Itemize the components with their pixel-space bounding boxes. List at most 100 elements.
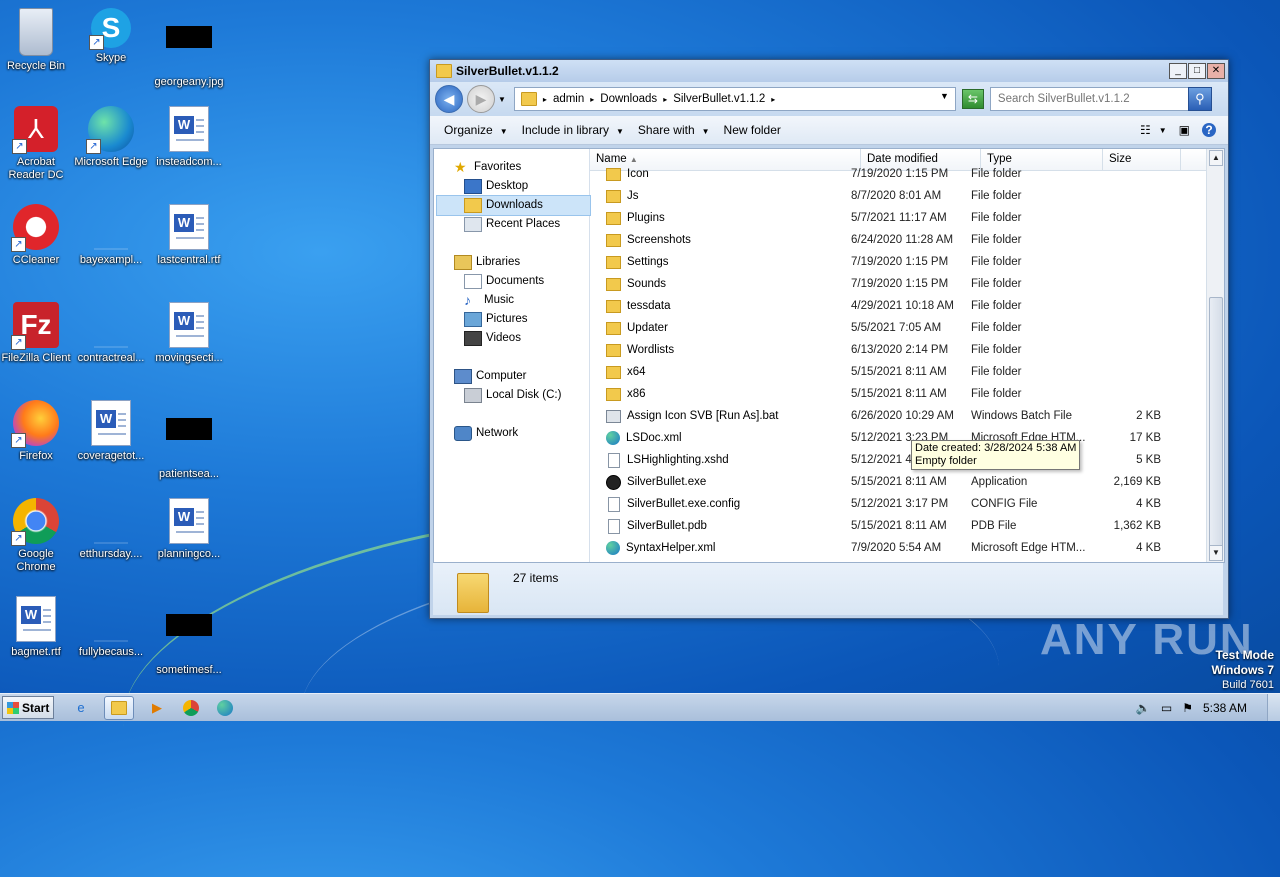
scroll-up-icon[interactable]: ▲ [1209,150,1223,166]
file-row[interactable]: Updater 5/5/2021 7:05 AM File folder [590,317,1206,339]
file-row[interactable]: Screenshots 6/24/2020 11:28 AM File folder [590,229,1206,251]
volume-icon[interactable]: 🔈 [1136,701,1151,715]
show-desktop-button[interactable] [1267,694,1280,721]
ie-taskbar-icon[interactable]: e [70,697,92,719]
desktop-icon-black[interactable]: georgeany.jpg [148,8,230,89]
desktop-icon-blank[interactable]: bayexampl... [70,204,152,267]
nav-music[interactable]: ♪ Music [464,291,514,309]
scroll-down-icon[interactable]: ▼ [1209,545,1223,561]
nav-videos[interactable]: Videos [464,329,521,347]
breadcrumb-silverbullet[interactable]: SilverBullet.v1.1.2 [673,93,765,105]
nav-computer[interactable]: Computer [454,367,527,385]
desktop-icon-word[interactable]: Winsteadcom... [148,106,230,169]
nav-libraries[interactable]: Libraries [454,253,520,271]
folder-icon [606,189,621,203]
desktop-icon-label: Acrobat Reader DC [8,156,64,181]
file-size: 4 KB [1136,498,1161,510]
file-row[interactable]: SyntaxHelper.xml 7/9/2020 5:54 AM Microsof… [590,537,1206,559]
word-icon: W [16,596,56,642]
file-row[interactable]: Wordlists 6/13/2020 2:14 PM File folder [590,339,1206,361]
nav-local-disk[interactable]: Local Disk (C:) [464,386,561,404]
address-dropdown-icon[interactable]: ▼ [940,91,949,101]
file-row[interactable]: tessdata 4/29/2021 10:18 AM File folder [590,295,1206,317]
desktop-icon-word[interactable]: Wmovingsecti... [148,302,230,365]
nav-recent-places[interactable]: Recent Places [464,215,560,233]
search-box[interactable]: ⚲ [989,87,1212,111]
breadcrumb-downloads[interactable]: Downloads [600,93,657,105]
desktop-icon-acrobat[interactable]: ⅄ ↗ Acrobat Reader DC [0,106,77,182]
help-icon[interactable]: ? [1202,123,1216,137]
file-row[interactable]: Js 8/7/2020 8:01 AM File folder [590,185,1206,207]
maximize-button[interactable]: □ [1188,63,1206,79]
vertical-scrollbar[interactable]: ▲ ▼ [1206,149,1224,562]
nav-documents[interactable]: Documents [464,272,544,290]
desktop-icon-black[interactable]: patientsea... [148,400,230,481]
refresh-button[interactable]: ⇆ [961,89,984,109]
file-row[interactable]: LSHighlighting.xshd5/12/2021 4:02 PMXSHD… [590,449,1206,471]
address-bar[interactable]: ▸ admin ▸ Downloads ▸ SilverBullet.v1.1.… [513,87,956,111]
folder-icon [606,233,621,247]
clock[interactable]: 5:38 AM [1203,701,1247,715]
desktop-icon-word[interactable]: Wlastcentral.rtf [148,204,230,267]
file-row[interactable]: Plugins 5/7/2021 11:17 AM File folder [590,207,1206,229]
nav-downloads[interactable]: Downloads [464,196,543,214]
desktop-icon-recycle[interactable]: Recycle Bin [0,8,77,73]
media-player-taskbar-icon[interactable]: ▶ [146,697,168,719]
desktop-icon-black[interactable]: sometimesf... [148,596,230,677]
file-type: Microsoft Edge HTM... [971,542,1086,554]
close-button[interactable]: ✕ [1207,63,1225,79]
file-row[interactable]: SilverBullet.exe.config 5/12/2021 3:17 PM… [590,493,1206,515]
share-with-menu[interactable]: Share with ▼ [638,123,710,137]
desktop-icon-word[interactable]: Wplanningco... [148,498,230,561]
desktop-icon-firefox[interactable]: ↗ Firefox [0,400,77,463]
desktop-icon-blank[interactable]: etthursday.... [70,498,152,561]
preview-pane-icon[interactable]: ▣ [1179,123,1190,137]
file-row[interactable]: x64 5/15/2021 8:11 AM File folder [590,361,1206,383]
search-icon[interactable]: ⚲ [1187,87,1212,111]
chrome-taskbar-icon[interactable] [180,697,202,719]
include-in-library-menu[interactable]: Include in library ▼ [522,123,624,137]
action-center-icon[interactable]: ⚑ [1182,701,1193,715]
forward-button[interactable]: ▶ [467,85,495,113]
skype-icon: S ↗ [89,8,131,50]
file-row[interactable]: Sounds 7/19/2020 1:15 PM File folder [590,273,1206,295]
desktop-icon-filezilla[interactable]: Fz ↗ FileZilla Client [0,302,77,365]
nav-pictures[interactable]: Pictures [464,310,528,328]
desktop-icon-word[interactable]: Wcoveragetot... [70,400,152,463]
search-input[interactable] [995,92,1190,106]
file-type: File folder [971,322,1022,334]
desktop-icon-label: bayexampl... [79,254,143,266]
edge-taskbar-icon[interactable] [214,697,236,719]
nav-network[interactable]: Network [454,424,518,442]
nav-favorites[interactable]: ★ Favorites [454,158,521,176]
minimize-button[interactable]: _ [1169,63,1187,79]
organize-menu[interactable]: Organize ▼ [444,123,508,137]
scrollbar-thumb[interactable] [1209,297,1223,549]
back-button[interactable]: ◀ [435,85,463,113]
title-bar[interactable]: SilverBullet.v1.1.2 _ □ ✕ [430,60,1228,82]
word-icon: W [169,204,209,250]
view-options-icon[interactable]: ☷ [1140,123,1151,137]
new-folder-button[interactable]: New folder [724,123,781,137]
view-dropdown-icon[interactable]: ▼ [1159,126,1167,135]
file-row[interactable]: x86 5/15/2021 8:11 AM File folder [590,383,1206,405]
network-tray-icon[interactable]: ▭ [1161,701,1172,715]
history-dropdown-icon[interactable]: ▼ [498,95,506,104]
start-button[interactable]: Start [2,696,54,719]
desktop-icon-word[interactable]: Wbagmet.rtf [0,596,77,659]
desktop-icon-ccleaner[interactable]: ↗ CCleaner [0,204,77,267]
desktop-icon-edge[interactable]: ↗ Microsoft Edge [70,106,152,169]
explorer-taskbar-icon[interactable] [104,695,134,720]
desktop-icon-blank[interactable]: fullybecaus... [70,596,152,659]
nav-desktop[interactable]: Desktop [464,177,528,195]
desktop-icon-blank[interactable]: contractreal... [70,302,152,365]
file-row[interactable]: SilverBullet.exe 5/15/2021 8:11 AM Applica… [590,471,1206,493]
breadcrumb-admin[interactable]: admin [553,93,584,105]
file-row[interactable]: Assign Icon SVB [Run As].bat 6/26/2020 10… [590,405,1206,427]
file-row[interactable]: SilverBullet.pdb 5/15/2021 8:11 AM PDB Fil… [590,515,1206,537]
file-row[interactable]: Settings 7/19/2020 1:15 PM File folder [590,251,1206,273]
desktop-icon-skype[interactable]: S ↗ Skype [70,8,152,65]
file-row[interactable]: LSDoc.xml 5/12/2021 3:23 PM Microsoft Edge… [590,427,1206,449]
desktop-icon-chrome[interactable]: ↗ Google Chrome [0,498,77,574]
file-row[interactable]: Icon 7/19/2020 1:15 PM File folder [590,163,1206,185]
